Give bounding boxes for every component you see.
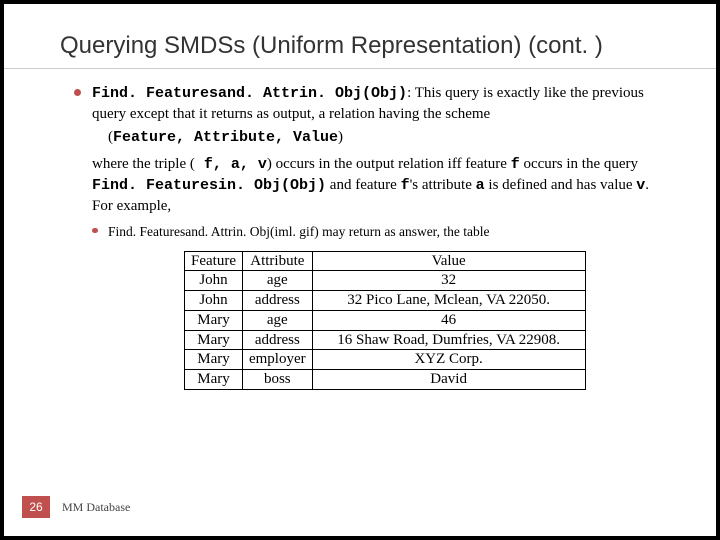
slide-title: Querying SMDSs (Uniform Representation) … [4, 4, 716, 69]
table-cell: 32 [312, 271, 585, 291]
scheme-triplet: Feature, Attribute, Value [113, 129, 338, 146]
table-cell: Mary [185, 350, 243, 370]
table-row: MaryemployerXYZ Corp. [185, 350, 586, 370]
col-attribute: Attribute [242, 251, 312, 271]
mid5: is defined and has value [485, 177, 637, 193]
page-number: 26 [22, 496, 50, 518]
table-cell: David [312, 370, 585, 390]
table-cell: Mary [185, 310, 243, 330]
sub-example-text: Find. Featuresand. Attrin. Obj(iml. gif)… [108, 224, 490, 239]
var-f2: f [401, 177, 410, 194]
table-cell: boss [242, 370, 312, 390]
footer: 26 MM Database [22, 496, 130, 518]
table-cell: Mary [185, 330, 243, 350]
table-row: MarybossDavid [185, 370, 586, 390]
slide-body: Find. Featuresand. Attrin. Obj(Obj): Thi… [4, 83, 716, 390]
table-cell: John [185, 271, 243, 291]
col-value: Value [312, 251, 585, 271]
table-row: Johnage32 [185, 271, 586, 291]
mid4: 's attribute [410, 177, 476, 193]
table-cell: address [242, 330, 312, 350]
table-cell: age [242, 271, 312, 291]
table-cell: XYZ Corp. [312, 350, 585, 370]
sub-bullet: Find. Featuresand. Attrin. Obj(iml. gif)… [92, 223, 660, 241]
scheme-line: (Feature, Attribute, Value) [108, 127, 660, 148]
mid3: and feature [326, 177, 401, 193]
fn-name: Find. Featuresand. Attrin. Obj(Obj) [92, 85, 407, 102]
var-f: f [511, 156, 520, 173]
table-cell: employer [242, 350, 312, 370]
table-row: Johnaddress32 Pico Lane, Mclean, VA 2205… [185, 291, 586, 311]
table-header-row: Feature Attribute Value [185, 251, 586, 271]
col-feature: Feature [185, 251, 243, 271]
table-cell: John [185, 291, 243, 311]
triple-mid1: ) occurs in the output relation iff feat… [267, 156, 511, 172]
table-cell: age [242, 310, 312, 330]
table-head: Feature Attribute Value [185, 251, 586, 271]
slide: Querying SMDSs (Uniform Representation) … [4, 4, 716, 536]
paren-close: ) [338, 129, 343, 145]
table-cell: Mary [185, 370, 243, 390]
course-name: MM Database [62, 500, 130, 515]
table-row: Maryaddress16 Shaw Road, Dumfries, VA 22… [185, 330, 586, 350]
mid2: occurs in the query [520, 156, 638, 172]
table-row: Maryage46 [185, 310, 586, 330]
var-v: v [636, 177, 645, 194]
result-table: Feature Attribute Value Johnage32Johnadd… [184, 251, 586, 390]
main-bullet: Find. Featuresand. Attrin. Obj(Obj): Thi… [74, 83, 660, 241]
table-cell: address [242, 291, 312, 311]
table-cell: 16 Shaw Road, Dumfries, VA 22908. [312, 330, 585, 350]
triple-sentence: where the triple ( f, a, v) occurs in th… [92, 154, 660, 217]
table-cell: 46 [312, 310, 585, 330]
query-fn: Find. Featuresin. Obj(Obj) [92, 177, 326, 194]
triple-vars: f, a, v [195, 156, 267, 173]
triple-prefix: where the triple ( [92, 156, 195, 172]
table-cell: 32 Pico Lane, Mclean, VA 22050. [312, 291, 585, 311]
table-body: Johnage32Johnaddress32 Pico Lane, Mclean… [185, 271, 586, 390]
var-a: a [476, 177, 485, 194]
